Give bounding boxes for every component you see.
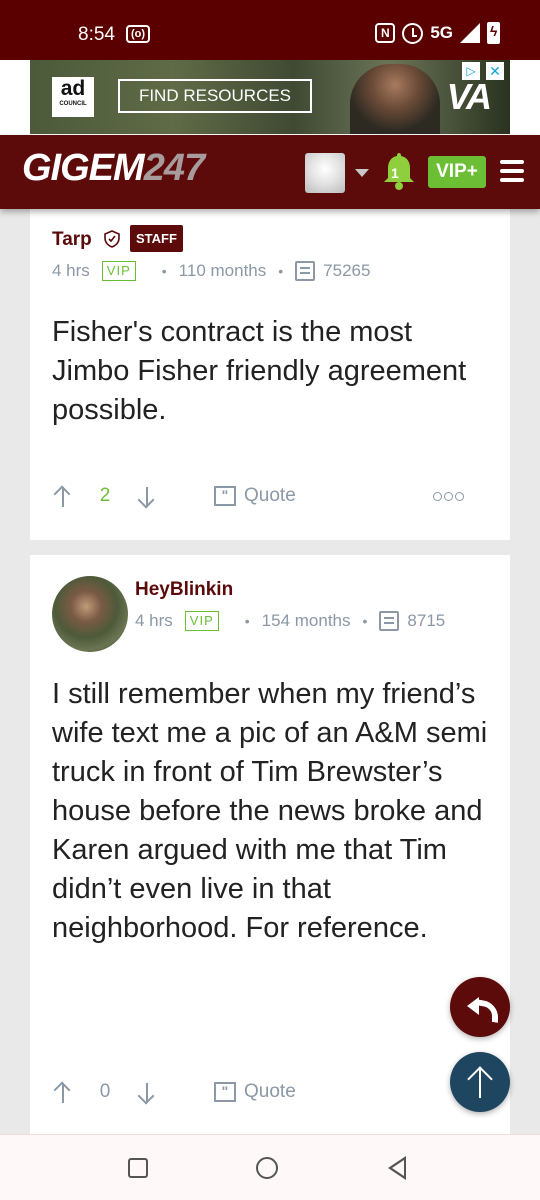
signal-icon — [460, 23, 480, 43]
posts-count-icon — [295, 261, 316, 281]
ad-logo-text: ad — [60, 77, 86, 100]
post-card: Tarp STAFF 4 hrs VIP • 110 months • 7526… — [30, 200, 510, 540]
post-username[interactable]: Tarp — [52, 229, 92, 251]
status-icons: N 5G — [375, 22, 500, 44]
post-time: 4 hrs — [52, 261, 90, 280]
status-time: 8:54 — [78, 24, 115, 45]
bell-icon — [384, 153, 414, 190]
posts-count-icon — [379, 611, 400, 631]
separator-dot: • — [161, 263, 167, 279]
post-actions: 0 " Quote — [52, 1081, 452, 1103]
quote-icon[interactable]: " — [214, 1082, 236, 1102]
reply-fab-icon[interactable] — [450, 977, 510, 1037]
vip-badge: VIP — [184, 611, 219, 631]
ad-cta-button[interactable]: FIND RESOURCES — [118, 79, 312, 113]
ad-council-logo: ad COUNCIL — [52, 77, 94, 117]
nfc-icon: N — [375, 23, 396, 43]
chevron-down-icon[interactable] — [355, 169, 369, 177]
upvote-icon[interactable] — [52, 1081, 74, 1103]
vote-count: 0 — [99, 1081, 111, 1102]
quote-button[interactable]: Quote — [244, 1081, 296, 1103]
vip-badge: VIP — [101, 261, 136, 281]
upvote-icon[interactable] — [52, 485, 74, 507]
home-icon[interactable] — [256, 1157, 278, 1179]
system-nav-bar — [0, 1134, 540, 1200]
logo-text: GIGEM — [22, 147, 145, 189]
quote-icon[interactable]: " — [214, 486, 236, 506]
quote-button[interactable]: Quote — [244, 485, 296, 507]
ad-choices-icon[interactable]: ▷ — [462, 62, 480, 80]
downvote-icon[interactable] — [136, 485, 158, 507]
scroll-to-top-icon[interactable] — [450, 1052, 510, 1112]
more-options-icon[interactable] — [433, 491, 464, 501]
shield-icon — [104, 230, 120, 248]
cast-icon: (o) — [126, 25, 150, 43]
post-actions: 2 " Quote — [52, 485, 488, 507]
battery-icon — [487, 22, 500, 44]
post-username[interactable]: HeyBlinkin — [135, 579, 233, 601]
post-count: 8715 — [407, 611, 446, 630]
alarm-icon — [402, 22, 424, 44]
member-tenure: 154 months — [261, 611, 351, 630]
post-body: Fisher's contract is the most Jimbo Fish… — [52, 316, 467, 426]
recent-apps-icon[interactable] — [128, 1158, 148, 1178]
separator-dot: • — [244, 613, 250, 629]
post-meta: 4 hrs VIP • 154 months • 8715 — [135, 611, 445, 631]
logo-number: 247 — [143, 147, 205, 189]
post-body: I still remember when my friend’s wife t… — [52, 678, 488, 944]
ad-creative[interactable]: ad COUNCIL FIND RESOURCES VA ▷ ✕ — [30, 60, 510, 134]
ad-logo-subtext: COUNCIL — [59, 101, 87, 107]
notification-count: 1 — [391, 165, 399, 181]
ad-brand-logo: VA — [446, 76, 492, 117]
status-bar: 8:54 (o) N 5G — [0, 0, 540, 60]
ad-close-icon[interactable]: ✕ — [486, 62, 504, 80]
network-label: 5G — [430, 23, 453, 42]
avatar[interactable] — [52, 576, 128, 652]
notification-bell-icon[interactable]: 1 — [382, 151, 416, 191]
post-card: HeyBlinkin 4 hrs VIP • 154 months • 8715… — [30, 555, 510, 1155]
ad-photo — [350, 64, 440, 134]
hamburger-menu-icon[interactable] — [500, 160, 524, 182]
post-time: 4 hrs — [135, 611, 173, 630]
downvote-icon[interactable] — [136, 1081, 158, 1103]
separator-dot: • — [278, 263, 284, 279]
separator-dot: • — [362, 613, 368, 629]
site-header: GIGEM247 1 VIP+ — [0, 135, 540, 209]
vote-count: 2 — [99, 485, 111, 506]
site-logo[interactable]: GIGEM247 — [22, 147, 205, 190]
back-icon[interactable] — [388, 1156, 406, 1180]
staff-badge: STAFF — [130, 225, 183, 252]
user-avatar-button[interactable] — [305, 153, 345, 193]
post-count: 75265 — [323, 261, 371, 280]
ad-banner[interactable]: ad COUNCIL FIND RESOURCES VA ▷ ✕ — [0, 60, 540, 135]
vip-plus-button[interactable]: VIP+ — [428, 156, 486, 188]
member-tenure: 110 months — [178, 261, 267, 280]
post-meta: 4 hrs VIP • 110 months • 75265 — [52, 261, 370, 281]
